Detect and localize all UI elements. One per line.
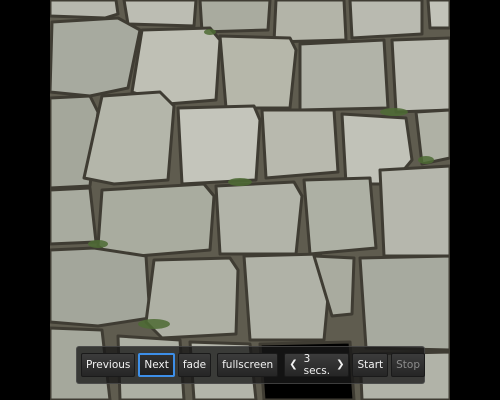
start-button[interactable]: Start	[352, 353, 389, 377]
transition-fade-button[interactable]: fade	[177, 353, 212, 377]
slideshow-stage: Previous Next fade fullscreen ❮ 3 secs. …	[0, 0, 500, 400]
delay-value: 3 secs.	[303, 353, 331, 377]
slideshow-control-bar: Previous Next fade fullscreen ❮ 3 secs. …	[76, 346, 426, 384]
fullscreen-button[interactable]: fullscreen	[217, 353, 279, 377]
chevron-right-icon[interactable]: ❯	[336, 360, 344, 370]
stop-button[interactable]: Stop	[391, 353, 426, 377]
chevron-left-icon[interactable]: ❮	[289, 360, 297, 370]
slideshow-image[interactable]	[50, 0, 450, 400]
next-button[interactable]: Next	[138, 353, 175, 377]
stone-wall-photo	[50, 0, 450, 400]
previous-button[interactable]: Previous	[81, 353, 136, 377]
delay-stepper: ❮ 3 secs. ❯	[284, 353, 350, 377]
